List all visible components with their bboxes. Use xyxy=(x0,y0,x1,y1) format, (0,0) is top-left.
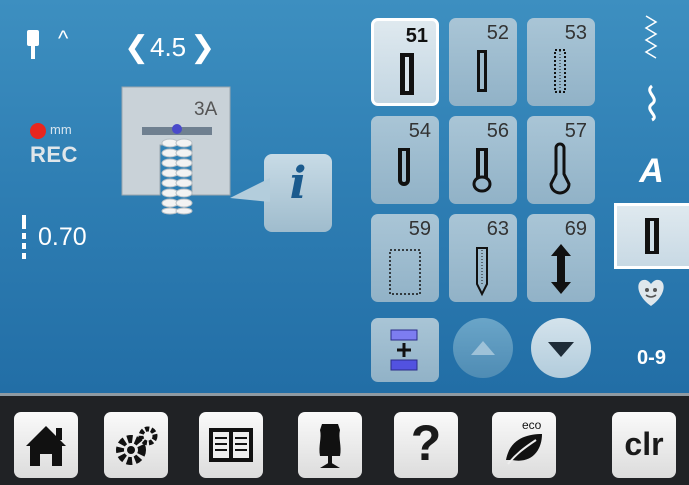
scroll-up-button[interactable] xyxy=(453,318,513,378)
stitch-tile-59[interactable]: 59 xyxy=(371,214,439,302)
book-icon xyxy=(209,428,253,462)
decorative-stitch-icon xyxy=(648,84,656,122)
straight-stitch-buttonhole-icon xyxy=(389,249,421,295)
stitch-tile-53[interactable]: 53 xyxy=(527,18,595,106)
info-button[interactable]: i xyxy=(230,154,332,232)
bartack-icon xyxy=(551,244,571,294)
stitch-length-control[interactable]: 0.70 xyxy=(18,213,128,263)
triangle-down-icon xyxy=(548,342,574,357)
home-button[interactable] xyxy=(14,412,78,478)
keyhole-buttonhole-round-icon xyxy=(549,142,571,195)
buttonhole-icon xyxy=(645,218,659,254)
bottom-toolbar: ? eco clr xyxy=(0,393,689,485)
stretch-buttonhole-icon xyxy=(554,49,566,93)
category-personal-program[interactable] xyxy=(614,262,689,328)
category-practical-stitches[interactable] xyxy=(614,8,689,74)
stitch-tile-54[interactable]: 54 xyxy=(371,116,439,204)
heirloom-buttonhole-icon xyxy=(476,247,488,297)
eco-button[interactable]: eco xyxy=(492,412,556,478)
presser-foot-label: 3A xyxy=(194,99,218,120)
record-dot-icon xyxy=(30,123,46,139)
presser-foot-display: 3A xyxy=(120,85,232,215)
narrow-buttonhole-icon xyxy=(477,50,487,92)
stitch-tile-57[interactable]: 57 xyxy=(527,116,595,204)
width-increase-button[interactable]: ❯ xyxy=(190,30,215,65)
needle-icon xyxy=(27,30,39,59)
stitch-width-value: 4.5 xyxy=(150,31,187,62)
setup-program-button[interactable] xyxy=(104,412,168,478)
needle-position-control[interactable]: ^ xyxy=(18,26,78,66)
stitch-tile-52[interactable]: 52 xyxy=(449,18,517,106)
creative-consultant-button[interactable] xyxy=(298,412,362,478)
stitch-tile-56[interactable]: 56 xyxy=(449,116,517,204)
category-alphabets[interactable]: A xyxy=(614,138,689,204)
rounded-buttonhole-icon xyxy=(398,148,410,186)
clear-button[interactable]: clr xyxy=(612,412,676,478)
width-decrease-button[interactable]: ❮ xyxy=(124,30,149,65)
home-icon xyxy=(26,426,66,466)
info-icon: i xyxy=(289,158,307,209)
dress-form-icon xyxy=(319,424,341,468)
stitch-width-control: ❮ 4.5 ❯ xyxy=(124,28,234,66)
help-button[interactable]: ? xyxy=(394,412,458,478)
combi-mode-button[interactable] xyxy=(371,318,439,382)
category-decorative-stitches[interactable] xyxy=(614,72,689,138)
needle-up-indicator: ^ xyxy=(58,26,69,51)
triangle-up-icon xyxy=(471,341,495,355)
zigzag-stitch-icon xyxy=(644,15,658,59)
leaf-icon xyxy=(506,434,542,465)
stitch-tile-51[interactable]: 51 xyxy=(371,18,439,106)
sewing-screen: ^ ❮ 4.5 ❯ mm REC 0.70 3A i 51 52 53 54 5… xyxy=(0,0,689,393)
stitch-length-value: 0.70 xyxy=(38,223,87,251)
numbers-label: 0-9 xyxy=(637,347,666,369)
alphabet-label: A xyxy=(639,152,664,190)
category-column: A 0-9 xyxy=(614,0,689,393)
heart-icon xyxy=(638,279,664,306)
keyhole-buttonhole-icon xyxy=(472,148,492,193)
gears-icon xyxy=(116,426,158,465)
combi-mode-icon xyxy=(390,329,418,371)
clear-label: clr xyxy=(624,426,664,462)
standard-buttonhole-icon xyxy=(400,53,414,95)
rec-unit: mm xyxy=(50,122,72,137)
stitch-tile-69[interactable]: 69 xyxy=(527,214,595,302)
question-mark-icon: ? xyxy=(410,415,442,471)
category-numbers[interactable]: 0-9 xyxy=(614,325,689,391)
stitch-length-icon xyxy=(22,215,26,259)
stitch-tile-63[interactable]: 63 xyxy=(449,214,517,302)
rec-label: REC xyxy=(30,142,78,167)
scroll-down-button[interactable] xyxy=(531,318,591,378)
rec-button[interactable]: mm REC xyxy=(30,120,100,170)
tutorial-button[interactable] xyxy=(199,412,263,478)
category-buttonholes[interactable] xyxy=(614,203,689,269)
